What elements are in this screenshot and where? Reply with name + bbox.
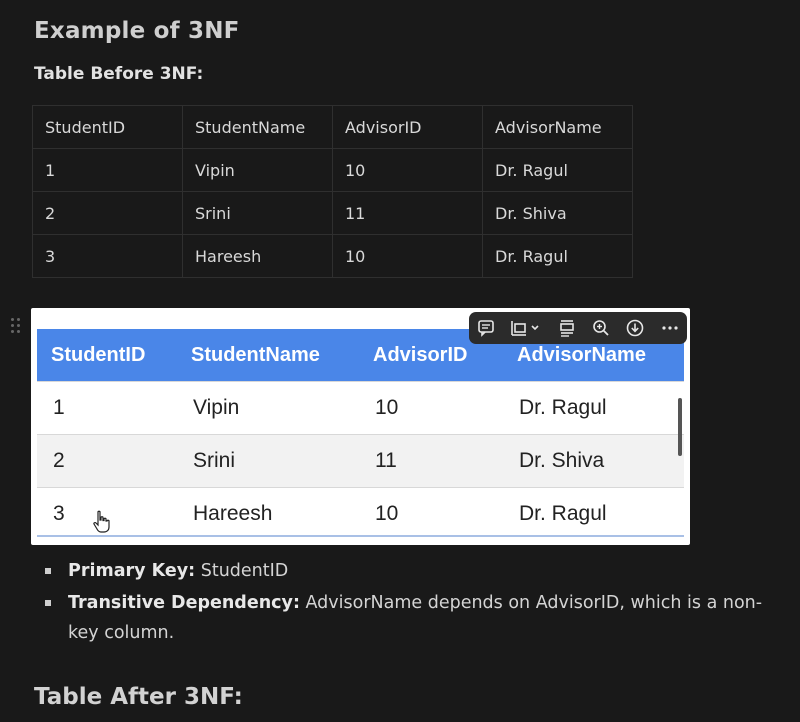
bullet-text: StudentID	[195, 561, 289, 581]
header-cell[interactable]: AdvisorID	[332, 105, 483, 149]
image-cell: Dr. Ragul	[503, 381, 684, 435]
table-cell[interactable]: 1	[32, 148, 183, 192]
zoom-in-icon[interactable]	[588, 316, 614, 340]
before-table: StudentID StudentName AdvisorID AdvisorN…	[32, 105, 633, 278]
page-heading: Example of 3NF	[34, 18, 240, 44]
align-icon[interactable]	[507, 316, 545, 340]
image-row: 3 Hareesh 10 Dr. Ragul	[37, 487, 684, 540]
image-toolbar	[469, 312, 687, 344]
table-row: 2 Srini 11 Dr. Shiva	[32, 191, 633, 235]
image-header-cell: StudentName	[177, 329, 359, 382]
image-header-cell: StudentID	[37, 329, 177, 382]
table-cell[interactable]: Dr. Ragul	[482, 148, 633, 192]
header-cell[interactable]: StudentName	[182, 105, 333, 149]
table-header-row: StudentID StudentName AdvisorID AdvisorN…	[32, 105, 633, 149]
table-cell[interactable]: Dr. Shiva	[482, 191, 633, 235]
image-row: 1 Vipin 10 Dr. Ragul	[37, 381, 684, 435]
caption-icon[interactable]	[554, 316, 580, 340]
list-item: Transitive Dependency: AdvisorName depen…	[44, 588, 784, 648]
bullet-label: Primary Key:	[68, 561, 196, 581]
image-cell: Vipin	[177, 381, 359, 435]
subheading-after: Table After 3NF:	[34, 684, 243, 710]
image-cell: Dr. Shiva	[503, 434, 684, 488]
image-cell: Hareesh	[177, 487, 359, 540]
image-cell: Srini	[177, 434, 359, 488]
table-cell[interactable]: Vipin	[182, 148, 333, 192]
download-icon[interactable]	[622, 316, 648, 340]
table-row: 1 Vipin 10 Dr. Ragul	[32, 148, 633, 192]
bullet-list: Primary Key: StudentID Transitive Depend…	[44, 556, 784, 650]
block-drag-handle-icon[interactable]	[11, 318, 23, 338]
image-cell: 11	[359, 434, 503, 488]
image-cell: 2	[37, 434, 177, 488]
subheading-before: Table Before 3NF:	[34, 64, 204, 84]
header-cell[interactable]: AdvisorName	[482, 105, 633, 149]
table-cell[interactable]: 2	[32, 191, 183, 235]
image-cell: Dr. Ragul	[503, 487, 684, 540]
hand-cursor-icon	[92, 510, 110, 538]
image-table-container: StudentID StudentName AdvisorID AdvisorN…	[37, 329, 684, 542]
image-row: 2 Srini 11 Dr. Shiva	[37, 434, 684, 488]
image-table: StudentID StudentName AdvisorID AdvisorN…	[37, 329, 684, 540]
table-cell[interactable]: Hareesh	[182, 234, 333, 278]
table-cell[interactable]: 11	[332, 191, 483, 235]
image-cell: 10	[359, 487, 503, 540]
table-cell[interactable]: Dr. Ragul	[482, 234, 633, 278]
list-item: Primary Key: StudentID	[44, 556, 784, 586]
table-cell[interactable]: 10	[332, 148, 483, 192]
image-bottom-rule	[37, 535, 684, 537]
table-cell[interactable]: 3	[32, 234, 183, 278]
image-scrollbar[interactable]	[678, 398, 682, 456]
table-cell[interactable]: Srini	[182, 191, 333, 235]
table-cell[interactable]: 10	[332, 234, 483, 278]
comment-icon[interactable]	[473, 316, 499, 340]
image-cell: 1	[37, 381, 177, 435]
image-cell: 10	[359, 381, 503, 435]
table-row: 3 Hareesh 10 Dr. Ragul	[32, 234, 633, 278]
bullet-label: Transitive Dependency:	[68, 593, 300, 613]
more-icon[interactable]	[657, 316, 683, 340]
header-cell[interactable]: StudentID	[32, 105, 183, 149]
